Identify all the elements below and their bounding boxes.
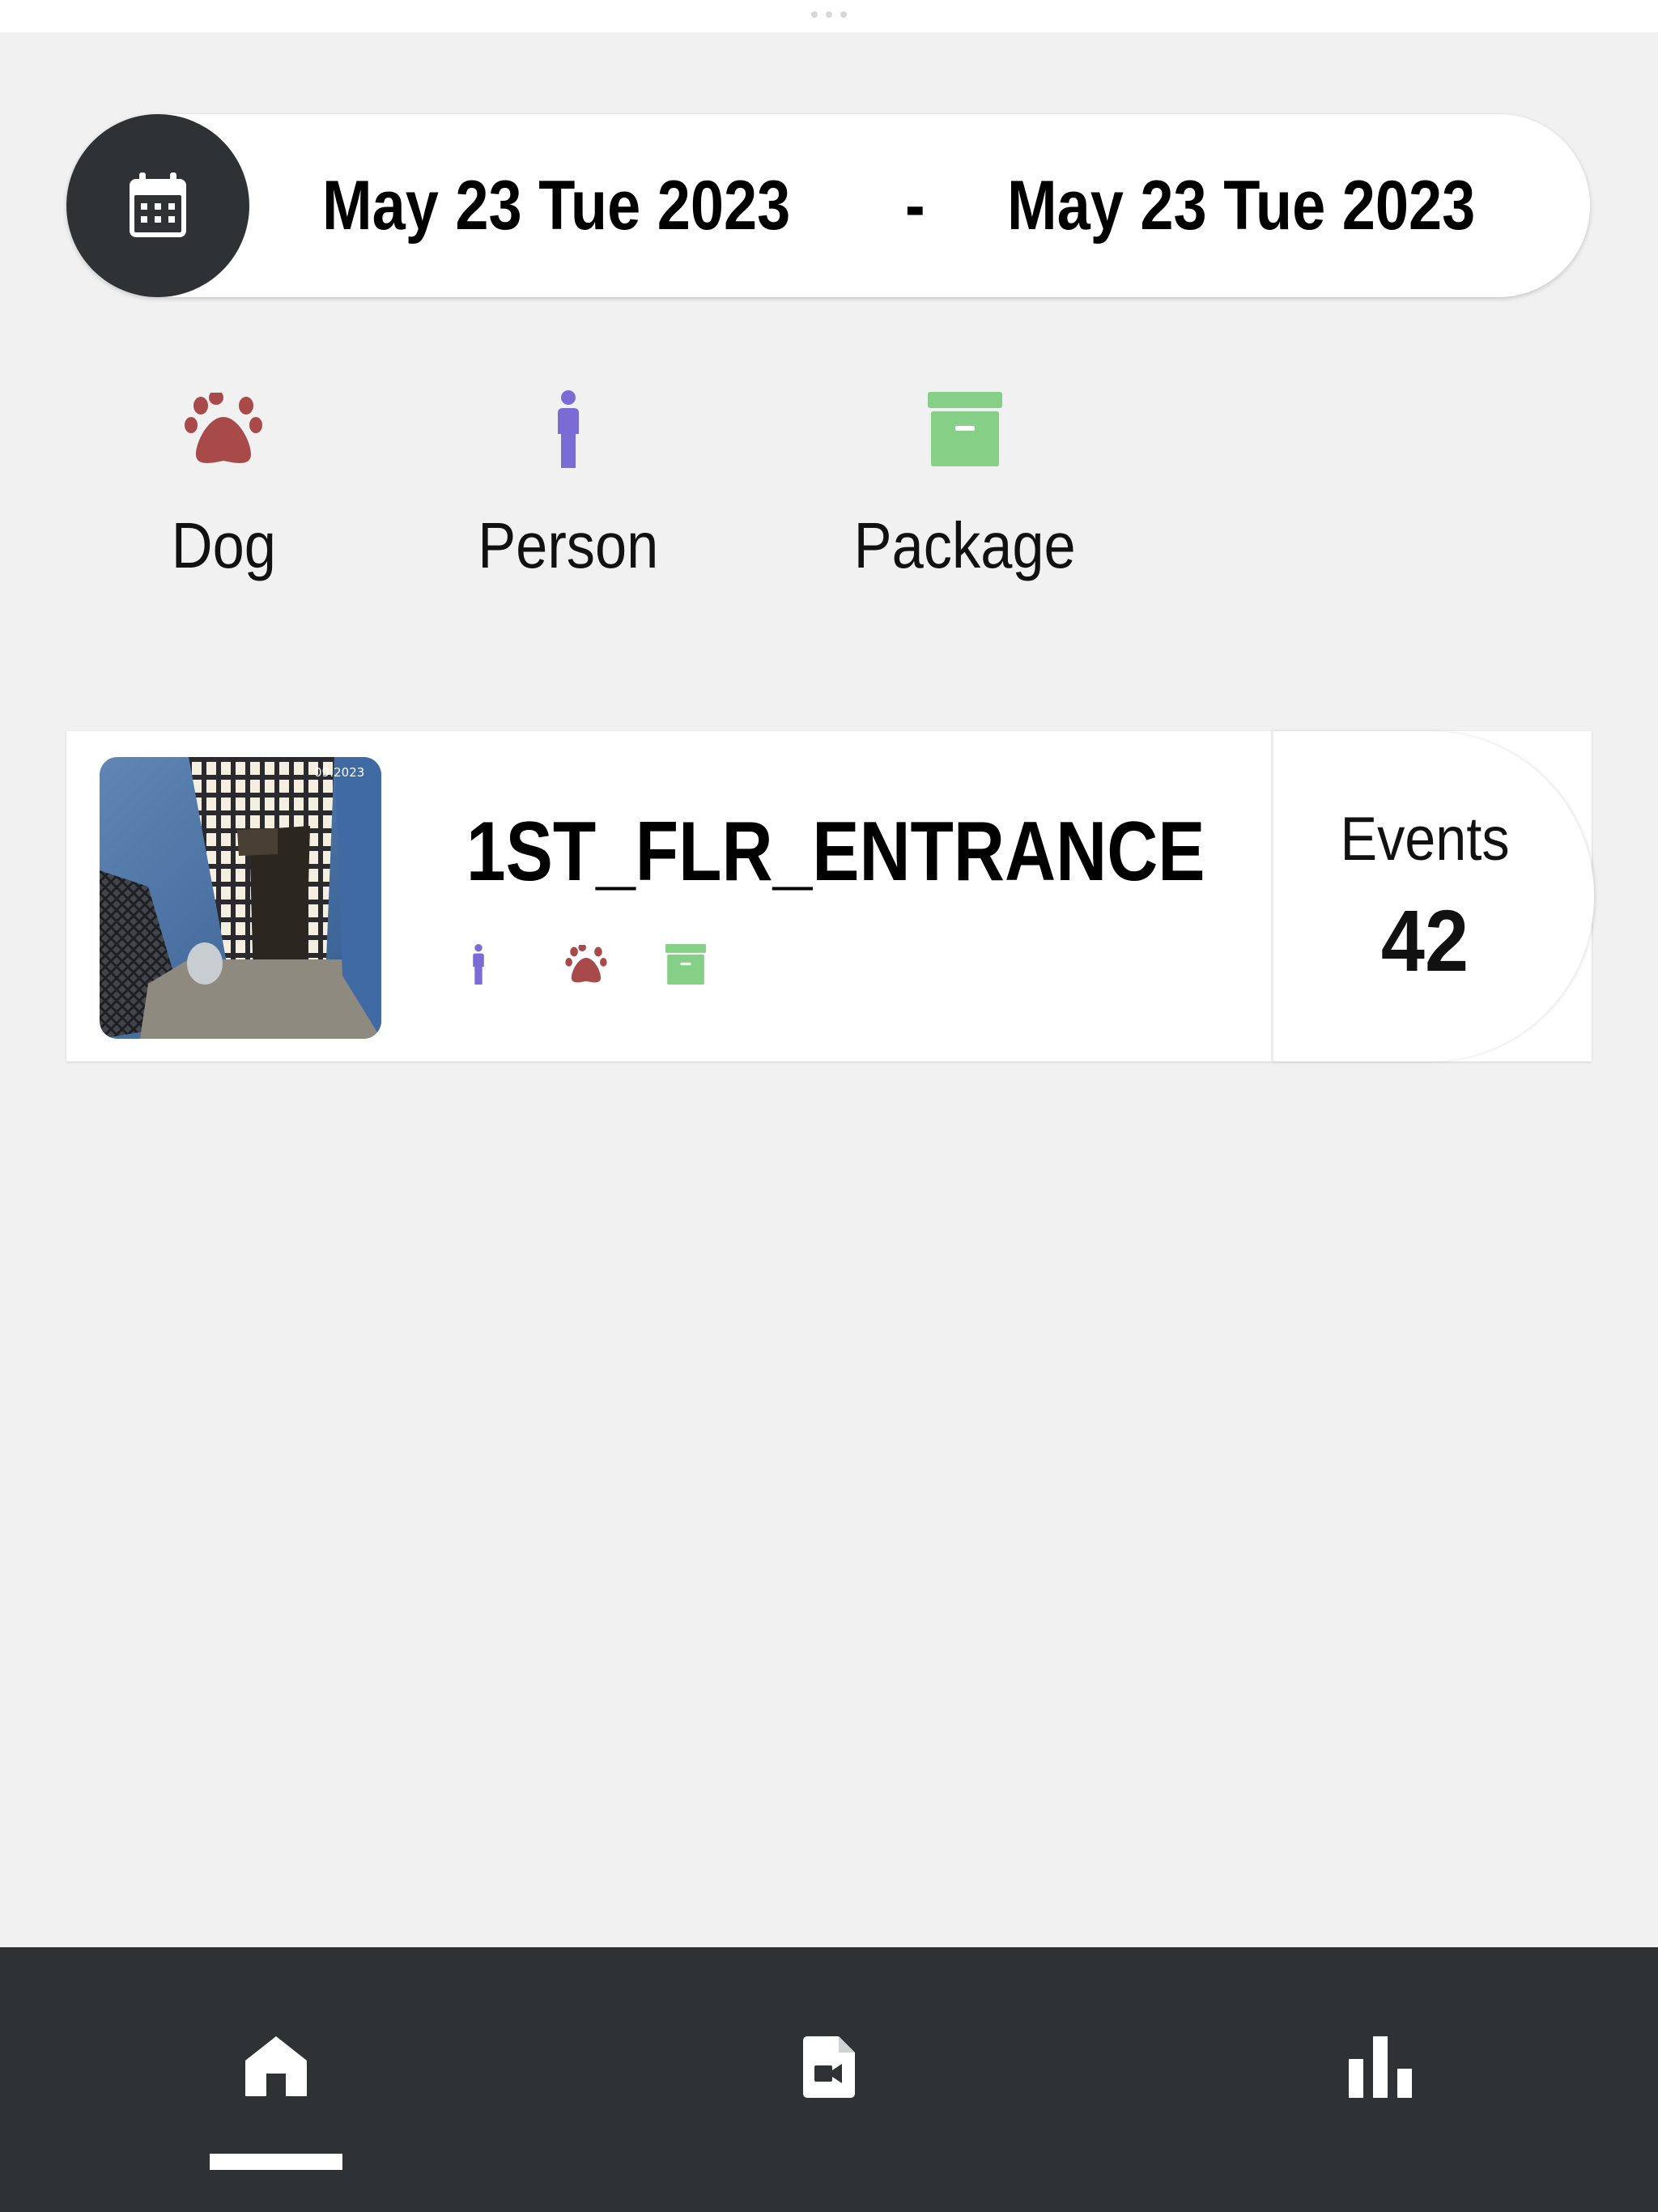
filter-label: Person (478, 509, 659, 581)
calendar-button[interactable] (66, 114, 249, 297)
camera-card[interactable]: 09:2023 1ST_FLR_ENTRANCE Events 42 (66, 731, 1594, 1061)
person-icon (558, 390, 579, 468)
nav-recordings[interactable] (708, 1947, 950, 2212)
events-counter[interactable]: Events 42 (1271, 731, 1594, 1061)
person-icon (473, 944, 484, 985)
detection-icons (468, 940, 706, 989)
nav-home[interactable] (155, 1947, 397, 2212)
bar-chart-icon (1349, 2036, 1412, 2098)
filter-package[interactable]: Package (819, 389, 1111, 615)
camera-thumbnail[interactable]: 09:2023 (100, 757, 381, 1039)
paw-icon (185, 393, 262, 463)
drag-handle-dots[interactable] (811, 11, 847, 18)
events-label: Events (1340, 805, 1510, 874)
nav-statistics[interactable] (1260, 1947, 1503, 2212)
camera-name: 1ST_FLR_ENTRANCE (466, 805, 1205, 899)
start-date[interactable]: May 23 Tue 2023 (322, 114, 790, 297)
date-separator: - (905, 166, 925, 245)
video-file-icon (803, 2036, 855, 2098)
bottom-navigation (0, 1947, 1658, 2212)
paw-icon (565, 945, 607, 983)
package-icon (665, 944, 706, 985)
top-status-bar (0, 0, 1658, 32)
filter-label: Package (854, 509, 1076, 581)
filter-person[interactable]: Person (423, 389, 714, 615)
events-count: 42 (1380, 891, 1469, 989)
home-icon (245, 2036, 307, 2096)
package-icon (928, 392, 1002, 466)
active-tab-indicator (210, 2154, 342, 2170)
filter-label: Dog (171, 509, 276, 581)
filter-dog[interactable]: Dog (78, 389, 369, 615)
end-date[interactable]: May 23 Tue 2023 (1007, 114, 1475, 297)
thumbnail-timestamp: 09:2023 (314, 765, 364, 780)
calendar-icon (130, 172, 186, 237)
